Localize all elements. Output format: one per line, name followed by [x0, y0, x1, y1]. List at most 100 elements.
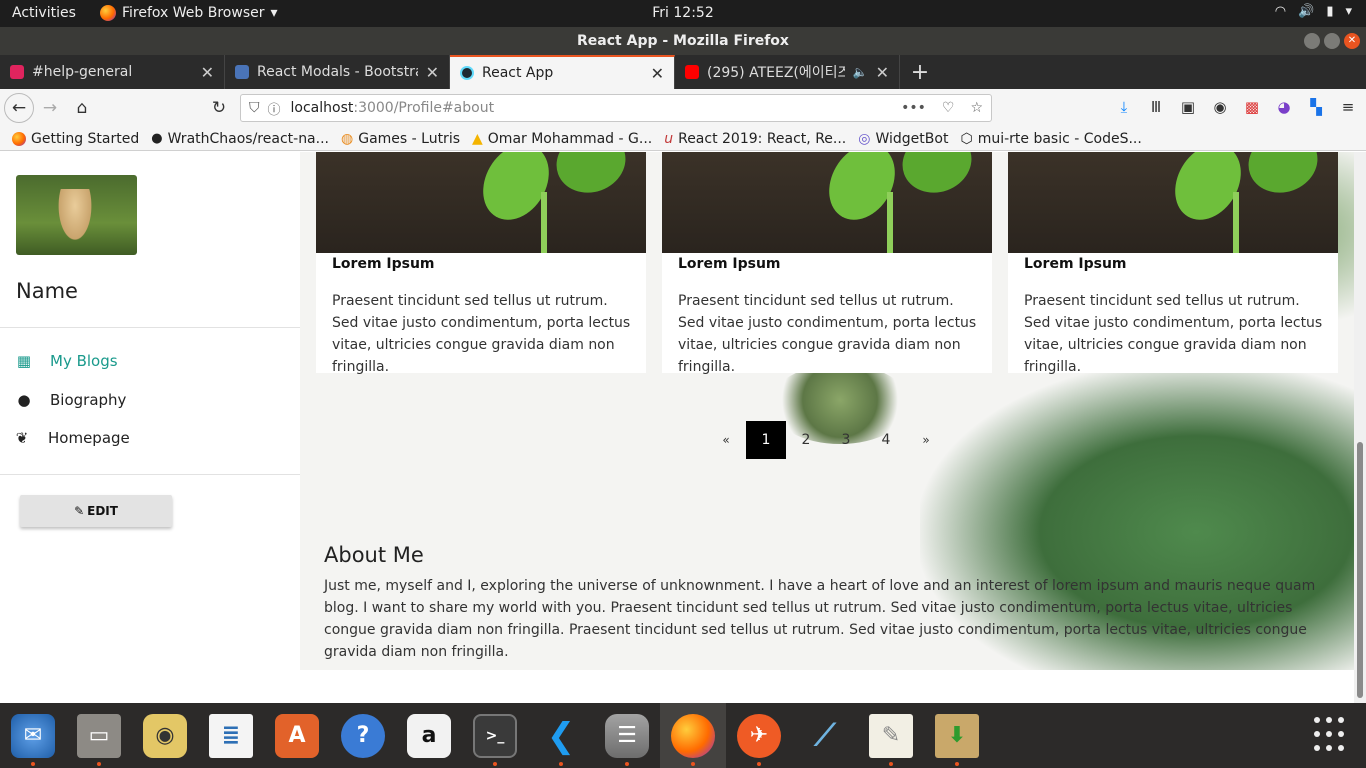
- info-icon[interactable]: ⓘ: [268, 99, 281, 118]
- dock-item-help[interactable]: ?: [330, 703, 396, 768]
- libreoffice-writer-icon: ≣: [209, 713, 253, 758]
- bookmark-star-icon[interactable]: ☆: [970, 100, 983, 116]
- dock-item-thunderbird[interactable]: ✉: [0, 703, 66, 768]
- bookmark-item[interactable]: ● WrathChaos/react-na...: [151, 131, 329, 147]
- menu-button[interactable]: ≡: [1338, 95, 1358, 119]
- dock-item-firefox[interactable]: [660, 703, 726, 768]
- edit-icon: ✎: [74, 504, 85, 518]
- downloads-button[interactable]: ⤓: [1114, 95, 1134, 119]
- shield-icon[interactable]: ⛉: [249, 100, 260, 116]
- archive-icon: ⬇: [935, 713, 979, 758]
- dock-item-text-editor[interactable]: ✎: [858, 703, 924, 768]
- divider: [0, 474, 300, 475]
- pagination-page[interactable]: 2: [786, 421, 826, 459]
- tab-label: (295) ATEEZ(에이티즈) ·: [707, 65, 845, 81]
- dock-item-database[interactable]: ☰: [594, 703, 660, 768]
- audio-playing-icon[interactable]: 🔈: [853, 65, 868, 79]
- arrow-right-icon: →: [42, 98, 58, 118]
- close-window-button[interactable]: ✕: [1344, 33, 1360, 49]
- dock-item-color-picker[interactable]: ⟋: [792, 703, 858, 768]
- pagination-prev[interactable]: «: [706, 421, 746, 459]
- page-scrollbar[interactable]: [1354, 152, 1366, 703]
- files-icon: ▭: [77, 713, 121, 758]
- window-title-bar[interactable]: React App - Mozilla Firefox ✕: [0, 27, 1366, 55]
- dock-item-writer[interactable]: ≣: [198, 703, 264, 768]
- firefox-icon: [12, 131, 26, 146]
- account-button[interactable]: ◉: [1210, 95, 1230, 119]
- pocket-icon[interactable]: ♡: [942, 100, 955, 116]
- close-tab-icon[interactable]: ✕: [201, 63, 214, 82]
- home-button[interactable]: ⌂: [66, 92, 98, 124]
- bookmark-item[interactable]: ◎ WidgetBot: [858, 131, 948, 147]
- close-tab-icon[interactable]: ✕: [651, 64, 664, 83]
- rhythmbox-icon: ◉: [143, 713, 187, 758]
- dock-item-archive[interactable]: ⬇: [924, 703, 990, 768]
- app-menu[interactable]: Firefox Web Browser ▾: [100, 5, 278, 21]
- volume-icon[interactable]: 🔊: [1298, 4, 1314, 19]
- new-tab-button[interactable]: +: [900, 55, 940, 89]
- scrollbar-thumb[interactable]: [1357, 442, 1363, 698]
- activities-button[interactable]: Activities: [12, 5, 76, 21]
- back-button[interactable]: ←: [4, 93, 34, 123]
- chevron-down-icon: ▾: [270, 5, 278, 21]
- dock-item-rhythmbox[interactable]: ◉: [132, 703, 198, 768]
- plus-icon: +: [910, 59, 930, 85]
- tab-youtube[interactable]: (295) ATEEZ(에이티즈) · 🔈 ✕: [675, 55, 900, 89]
- bookmark-item[interactable]: ▲ Omar Mohammad - G...: [472, 131, 652, 147]
- sidebar-toggle-button[interactable]: ▣: [1178, 95, 1198, 119]
- extension-button-3[interactable]: ▚: [1306, 95, 1326, 119]
- pagination-page[interactable]: 3: [826, 421, 866, 459]
- pagination-page[interactable]: 4: [866, 421, 906, 459]
- blog-card[interactable]: Lorem Ipsum Praesent tincidunt sed tellu…: [316, 152, 646, 375]
- library-button[interactable]: Ⅲ: [1146, 95, 1166, 119]
- navigation-toolbar: ← → ⌂ ↻ ⛉ ⓘ localhost:3000/Profile#about…: [0, 89, 1366, 127]
- forward-button[interactable]: →: [34, 92, 66, 124]
- edit-button[interactable]: ✎ EDIT: [20, 495, 172, 527]
- dock-item-postman[interactable]: ✈: [726, 703, 792, 768]
- blog-card[interactable]: Lorem Ipsum Praesent tincidunt sed tellu…: [1008, 152, 1338, 375]
- dock-item-amazon[interactable]: a: [396, 703, 462, 768]
- bookmark-item[interactable]: u React 2019: React, Re...: [664, 131, 846, 147]
- blog-card[interactable]: Lorem Ipsum Praesent tincidunt sed tellu…: [662, 152, 992, 375]
- sidebar-item-my-blogs[interactable]: ▦ My Blogs: [16, 352, 118, 370]
- sidebar-item-homepage[interactable]: ❦ Homepage: [14, 429, 130, 447]
- page-actions-icon[interactable]: •••: [901, 100, 926, 116]
- url-bar[interactable]: ⛉ ⓘ localhost:3000/Profile#about ••• ♡ ☆: [240, 94, 992, 122]
- maximize-button[interactable]: [1324, 33, 1340, 49]
- tab-react-modals[interactable]: React Modals - Bootstrap ✕: [225, 55, 450, 89]
- sidebar-item-biography[interactable]: ● Biography: [16, 391, 126, 409]
- tab-label: #help-general: [32, 64, 133, 80]
- pagination-next[interactable]: »: [906, 421, 946, 459]
- dock-item-terminal[interactable]: >_: [462, 703, 528, 768]
- extension-icon: ▚: [1310, 98, 1322, 116]
- close-tab-icon[interactable]: ✕: [876, 63, 889, 82]
- extension-button-1[interactable]: ▩: [1242, 95, 1262, 119]
- show-applications-button[interactable]: [1314, 717, 1350, 753]
- bookmark-item[interactable]: ◍ Games - Lutris: [341, 131, 460, 147]
- bookmark-item[interactable]: Getting Started: [12, 131, 139, 147]
- battery-icon[interactable]: ▮: [1326, 4, 1333, 19]
- person-icon: ●: [17, 391, 31, 409]
- tab-react-app[interactable]: React App ✕: [450, 55, 675, 89]
- chevron-down-icon[interactable]: ▾: [1345, 4, 1352, 19]
- grid-icon: ▦: [16, 352, 32, 370]
- pagination-page[interactable]: 1: [746, 421, 786, 459]
- url-text[interactable]: localhost:3000/Profile#about: [291, 100, 894, 116]
- card-image: [316, 152, 646, 253]
- minimize-button[interactable]: [1304, 33, 1320, 49]
- arrow-left-icon: ←: [11, 98, 27, 118]
- home-icon: ⌂: [76, 98, 88, 118]
- bookmark-item[interactable]: ⬡ mui-rte basic - CodeS...: [960, 131, 1141, 147]
- extension-button-2[interactable]: ◕: [1274, 95, 1294, 119]
- dock-item-software[interactable]: A: [264, 703, 330, 768]
- card-title: Lorem Ipsum: [1024, 256, 1127, 272]
- dock-item-vscode[interactable]: ❮: [528, 703, 594, 768]
- dock-item-files[interactable]: ▭: [66, 703, 132, 768]
- wifi-icon[interactable]: ◠: [1275, 4, 1286, 19]
- reload-button[interactable]: ↻: [203, 92, 235, 124]
- tab-help-general[interactable]: #help-general ✕: [0, 55, 225, 89]
- udemy-icon: u: [664, 130, 674, 147]
- clock[interactable]: Fri 12:52: [652, 5, 713, 21]
- close-tab-icon[interactable]: ✕: [426, 63, 439, 82]
- system-tray[interactable]: ◠ 🔊 ▮ ▾: [1275, 4, 1352, 19]
